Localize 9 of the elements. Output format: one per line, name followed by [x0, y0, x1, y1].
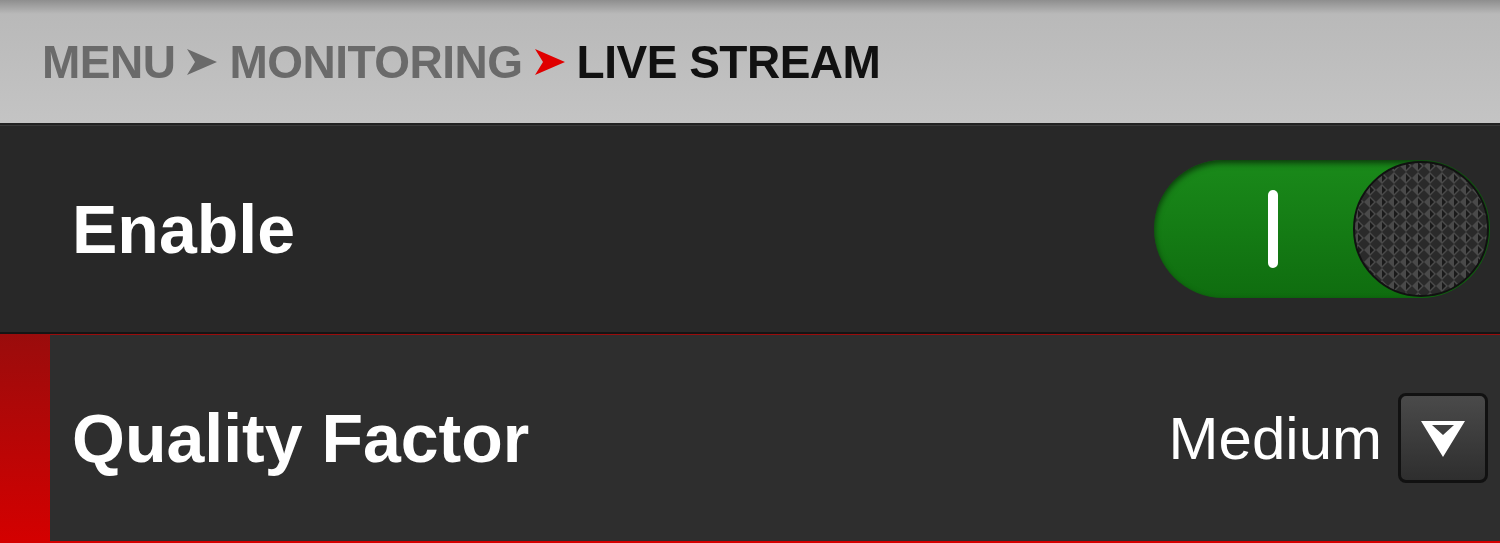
setting-label: Enable	[72, 190, 296, 268]
on-indicator-icon	[1268, 190, 1278, 268]
dropdown-value: Medium	[1168, 403, 1382, 473]
dropdown-button[interactable]	[1398, 393, 1488, 483]
breadcrumb-item: LIVE STREAM	[576, 34, 881, 89]
settings-row[interactable]: Enable	[0, 125, 1500, 334]
knob-icon	[1352, 160, 1490, 298]
settings-row[interactable]: Quality Factor Medium	[0, 334, 1500, 543]
setting-label: Quality Factor	[72, 399, 531, 477]
